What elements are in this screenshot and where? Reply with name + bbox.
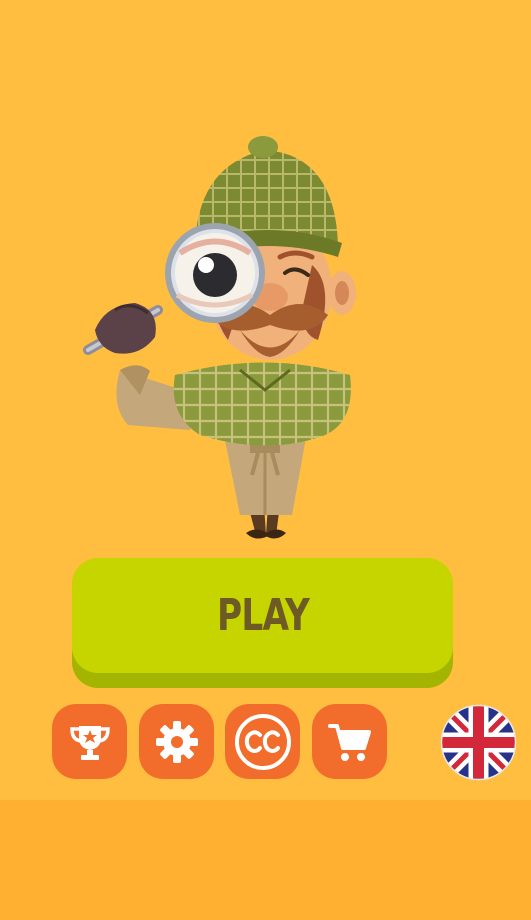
uk-flag-icon <box>440 704 517 781</box>
shop-button[interactable] <box>312 704 387 779</box>
play-button[interactable]: PLAY <box>72 558 453 673</box>
cc-icon <box>234 713 291 770</box>
trophy-icon <box>69 725 110 760</box>
play-label: PLAY <box>216 590 309 641</box>
trophy-button[interactable] <box>52 704 127 779</box>
bottom-band <box>0 800 531 920</box>
play-button-container: PLAY <box>72 558 453 688</box>
language-button[interactable] <box>440 704 517 781</box>
cart-icon <box>327 723 371 761</box>
detective-mascot <box>83 136 356 539</box>
settings-button[interactable] <box>139 704 214 779</box>
gear-icon <box>155 720 198 763</box>
credits-button[interactable] <box>225 704 300 779</box>
